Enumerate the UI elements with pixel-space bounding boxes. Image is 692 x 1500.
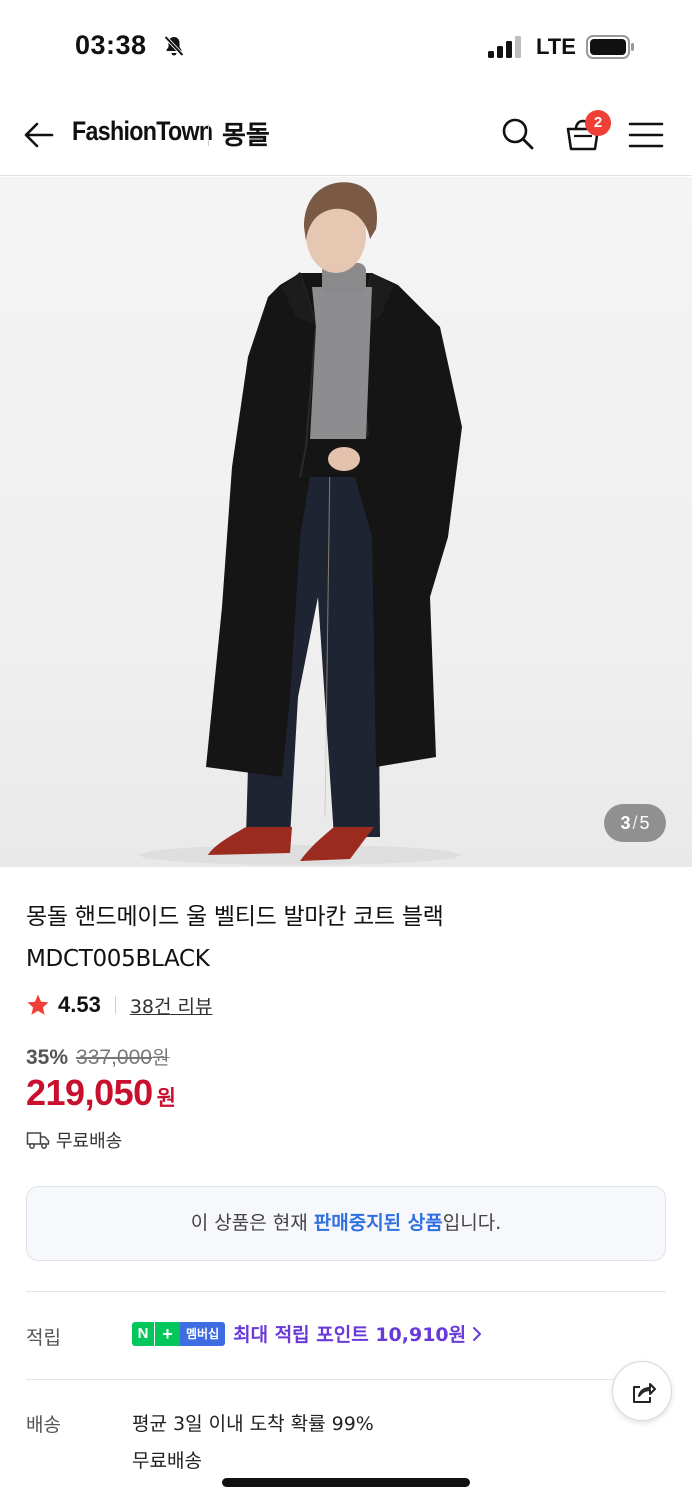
brand-divider xyxy=(208,124,209,146)
image-counter-current: 3 xyxy=(620,813,631,833)
discount-row: 35% 337,000 원 xyxy=(26,1043,169,1070)
review-count-link[interactable]: 38건 리뷰 xyxy=(130,992,213,1019)
divider xyxy=(26,1379,666,1380)
rating-row: 4.53 38건 리뷰 xyxy=(26,990,213,1020)
original-price-unit: 원 xyxy=(151,1047,170,1069)
network-label: LTE xyxy=(536,34,576,59)
home-indicator[interactable] xyxy=(222,1478,470,1487)
star-icon xyxy=(27,994,49,1015)
menu-icon[interactable] xyxy=(628,120,664,150)
membership-label: 멤버십 xyxy=(180,1321,226,1346)
search-icon[interactable] xyxy=(500,116,536,152)
rating-divider xyxy=(114,996,116,1014)
signal-icon xyxy=(488,36,521,58)
notice-prefix: 이 상품은 현재 xyxy=(190,1212,314,1234)
truck-icon xyxy=(26,1132,50,1149)
product-title-line1: 몽돌 핸드메이드 울 벨티드 발마칸 코트 블랙 xyxy=(26,904,444,930)
cart-count-badge: 2 xyxy=(585,110,611,136)
brand-name[interactable]: 몽돌 xyxy=(222,115,270,152)
shipping-row: 무료배송 xyxy=(26,1127,122,1153)
status-bar: 03:38 LTE xyxy=(0,0,692,96)
share-icon xyxy=(633,1383,656,1403)
image-counter-total: 5 xyxy=(639,813,650,833)
price-row: 219,050 원 xyxy=(26,1072,176,1114)
image-counter: 3/5 xyxy=(604,804,666,842)
original-price: 337,000 xyxy=(76,1046,152,1069)
points-link[interactable]: N + 멤버십 최대 적립 포인트 10,910원 xyxy=(132,1320,482,1347)
naver-n-logo: N xyxy=(132,1321,154,1346)
brand-logo[interactable]: FashionTown xyxy=(72,116,213,147)
bell-slash-icon xyxy=(164,35,184,57)
delivery-free-shipping: 무료배송 xyxy=(132,1450,202,1472)
delivery-estimate: 평균 3일 이내 도착 확률 99% xyxy=(132,1413,374,1435)
share-button[interactable] xyxy=(612,1361,672,1421)
divider xyxy=(26,1291,666,1292)
discontinued-notice: 이 상품은 현재 판매중지된 상품입니다. xyxy=(26,1186,666,1261)
max-points-text: 최대 적립 포인트 10,910원 xyxy=(233,1324,467,1346)
free-shipping-label: 무료배송 xyxy=(56,1131,123,1152)
notice-suffix: 입니다. xyxy=(442,1212,502,1234)
delivery-label: 배송 xyxy=(26,1414,61,1436)
product-title-line2: MDCT005BLACK xyxy=(26,946,210,972)
image-counter-separator: / xyxy=(632,813,638,833)
discount-rate: 35% xyxy=(26,1046,69,1069)
naver-membership-badge: N + 멤버십 xyxy=(132,1321,226,1346)
model-photo xyxy=(140,182,462,865)
rating-value: 4.53 xyxy=(58,992,101,1017)
battery-icon xyxy=(586,35,634,59)
status-time: 03:38 xyxy=(75,30,147,60)
product-title: 몽돌 핸드메이드 울 벨티드 발마칸 코트 블랙 MDCT005BLACK xyxy=(26,896,666,980)
notice-emphasis: 판매중지된 상품 xyxy=(313,1212,443,1234)
sale-price-unit: 원 xyxy=(156,1086,176,1110)
app-header: FashionTown 몽돌 2 xyxy=(0,96,692,176)
sale-price: 219,050 xyxy=(26,1072,153,1113)
naver-plus-logo: + xyxy=(154,1321,180,1346)
points-label: 적립 xyxy=(26,1327,61,1349)
product-image[interactable] xyxy=(0,177,692,867)
back-arrow-icon[interactable] xyxy=(22,118,56,152)
chevron-right-icon xyxy=(473,1326,482,1341)
